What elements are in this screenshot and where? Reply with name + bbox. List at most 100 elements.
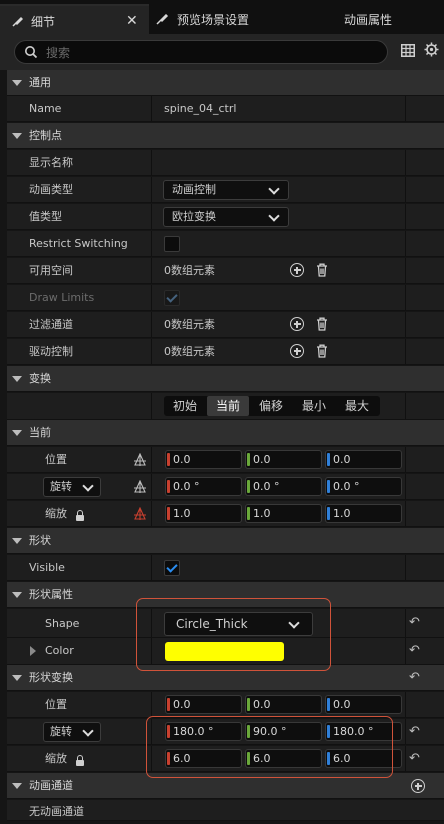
location-label: 位置 bbox=[45, 453, 67, 466]
category-control-point[interactable]: 控制点 bbox=[7, 123, 444, 149]
collapse-arrow-icon bbox=[12, 538, 22, 544]
category-shape[interactable]: 形状 bbox=[7, 528, 444, 554]
driver-control-value: 0数组元素 bbox=[164, 345, 215, 358]
property-row-restrict-switching: Restrict Switching bbox=[7, 231, 444, 257]
property-row-location: 位置 0.0 0.0 0.0 bbox=[7, 447, 444, 473]
pivot-icon[interactable] bbox=[133, 452, 147, 470]
close-icon[interactable]: ✕ bbox=[126, 13, 138, 29]
rotation-y-field[interactable]: 0.0 ° bbox=[245, 477, 322, 496]
rotation-x-field[interactable]: 0.0 ° bbox=[165, 477, 242, 496]
add-element-icon[interactable] bbox=[290, 344, 304, 358]
rotation-mode-dropdown[interactable]: 旋转 bbox=[43, 477, 101, 497]
expand-arrow-icon[interactable] bbox=[30, 646, 36, 656]
shape-rotation-label: 旋转 bbox=[50, 725, 72, 738]
value-type-dropdown[interactable]: 欧拉变换 bbox=[163, 207, 289, 227]
shape-location-y-field[interactable]: 0.0 bbox=[245, 695, 322, 714]
scale-y-field[interactable]: 1.0 bbox=[245, 504, 322, 523]
property-row-draw-limits: Draw Limits bbox=[7, 285, 444, 311]
category-general[interactable]: 通用 bbox=[7, 70, 444, 96]
chevron-down-icon bbox=[268, 210, 280, 222]
search-placeholder: 搜索 bbox=[46, 45, 71, 60]
property-row-anim-type: 动画类型 动画控制 bbox=[7, 177, 444, 203]
chevron-down-icon bbox=[82, 725, 94, 737]
rotation-z-field[interactable]: 0.0 ° bbox=[325, 477, 402, 496]
details-icon bbox=[12, 16, 24, 27]
category-shape-transform-label: 形状变换 bbox=[29, 671, 73, 684]
value-type-value: 欧拉变换 bbox=[172, 210, 216, 223]
transform-segment-row: 初始 当前 偏移 最小 最大 bbox=[7, 393, 444, 420]
segment-max[interactable]: 最大 bbox=[336, 396, 378, 416]
property-row-driver-control: 驱动控制 0数组元素 bbox=[7, 339, 444, 365]
gear-icon[interactable] bbox=[424, 42, 439, 60]
chevron-down-icon bbox=[82, 480, 94, 492]
color-label: Color bbox=[45, 644, 74, 657]
location-z-field[interactable]: 0.0 bbox=[325, 450, 402, 469]
search-icon bbox=[24, 45, 38, 59]
no-anim-channel-text: 无动画通道 bbox=[29, 805, 84, 818]
category-general-label: 通用 bbox=[29, 76, 51, 89]
tab-preview-scene-settings[interactable]: 预览场景设置 bbox=[150, 4, 300, 34]
collapse-arrow-icon bbox=[12, 133, 22, 139]
value-type-label: 值类型 bbox=[29, 210, 62, 223]
tab-anim-properties-label: 动画属性 bbox=[343, 12, 392, 27]
collapse-arrow-icon bbox=[12, 675, 22, 681]
category-transform[interactable]: 变换 bbox=[7, 366, 444, 392]
shape-location-x-field[interactable]: 0.0 bbox=[165, 695, 242, 714]
shape-scale-label: 缩放 bbox=[45, 752, 67, 765]
segment-offset[interactable]: 偏移 bbox=[250, 396, 292, 416]
draw-limits-label: Draw Limits bbox=[29, 291, 95, 304]
search-input[interactable]: 搜索 bbox=[14, 40, 388, 64]
pivot-icon[interactable] bbox=[133, 506, 147, 524]
lock-icon[interactable] bbox=[76, 510, 84, 521]
available-space-label: 可用空间 bbox=[29, 264, 73, 277]
tab-anim-properties[interactable]: 动画属性 bbox=[300, 4, 444, 34]
property-row-visible: Visible bbox=[7, 555, 444, 581]
scale-x-field[interactable]: 1.0 bbox=[165, 504, 242, 523]
location-x-field[interactable]: 0.0 bbox=[165, 450, 242, 469]
category-control-point-label: 控制点 bbox=[29, 129, 62, 142]
location-y-field[interactable]: 0.0 bbox=[245, 450, 322, 469]
reset-arrow-icon[interactable]: ↶ bbox=[409, 751, 420, 766]
reset-arrow-icon[interactable]: ↶ bbox=[409, 724, 420, 739]
lock-icon[interactable] bbox=[76, 755, 84, 766]
anim-type-value: 动画控制 bbox=[172, 183, 216, 196]
trash-icon[interactable] bbox=[316, 317, 328, 334]
add-element-icon[interactable] bbox=[290, 317, 304, 331]
shape-label: Shape bbox=[45, 617, 80, 630]
reset-arrow-icon[interactable]: ↶ bbox=[409, 670, 420, 685]
category-shape-properties-label: 形状属性 bbox=[29, 588, 73, 601]
trash-icon[interactable] bbox=[316, 263, 328, 280]
pivot-icon[interactable] bbox=[133, 479, 147, 497]
category-shape-label: 形状 bbox=[29, 534, 51, 547]
segment-current[interactable]: 当前 bbox=[207, 396, 249, 416]
add-element-icon[interactable] bbox=[290, 263, 304, 277]
property-row-name: Name spine_04_ctrl bbox=[7, 96, 444, 122]
scale-z-field[interactable]: 1.0 bbox=[325, 504, 402, 523]
category-current[interactable]: 当前 bbox=[7, 420, 444, 446]
tab-preview-label: 预览场景设置 bbox=[177, 12, 250, 27]
reset-arrow-icon[interactable]: ↶ bbox=[409, 643, 420, 658]
name-value[interactable]: spine_04_ctrl bbox=[164, 96, 236, 122]
shape-location-label: 位置 bbox=[45, 698, 67, 711]
reset-arrow-icon[interactable]: ↶ bbox=[409, 615, 420, 630]
driver-control-label: 驱动控制 bbox=[29, 345, 73, 358]
category-current-label: 当前 bbox=[29, 426, 51, 439]
shape-rotation-mode-dropdown[interactable]: 旋转 bbox=[43, 722, 101, 742]
property-row-scale: 缩放 1.0 1.0 1.0 bbox=[7, 501, 444, 527]
filter-channel-label: 过滤通道 bbox=[29, 318, 73, 331]
anim-type-dropdown[interactable]: 动画控制 bbox=[163, 180, 289, 200]
trash-icon[interactable] bbox=[316, 344, 328, 361]
segment-min[interactable]: 最小 bbox=[293, 396, 335, 416]
shape-location-z-field[interactable]: 0.0 bbox=[325, 695, 402, 714]
table-view-icon[interactable] bbox=[401, 44, 415, 60]
chevron-down-icon bbox=[268, 183, 280, 195]
anim-type-label: 动画类型 bbox=[29, 183, 73, 196]
restrict-switching-checkbox[interactable] bbox=[164, 236, 180, 252]
add-channel-icon[interactable] bbox=[411, 779, 425, 793]
draw-limits-checkbox[interactable] bbox=[164, 290, 180, 306]
tab-details[interactable]: 细节 ✕ bbox=[0, 4, 149, 36]
category-anim-channel-label: 动画通道 bbox=[29, 779, 73, 792]
property-row-available-space: 可用空间 0数组元素 bbox=[7, 258, 444, 284]
segment-initial[interactable]: 初始 bbox=[164, 396, 206, 416]
visible-checkbox[interactable] bbox=[164, 560, 180, 576]
